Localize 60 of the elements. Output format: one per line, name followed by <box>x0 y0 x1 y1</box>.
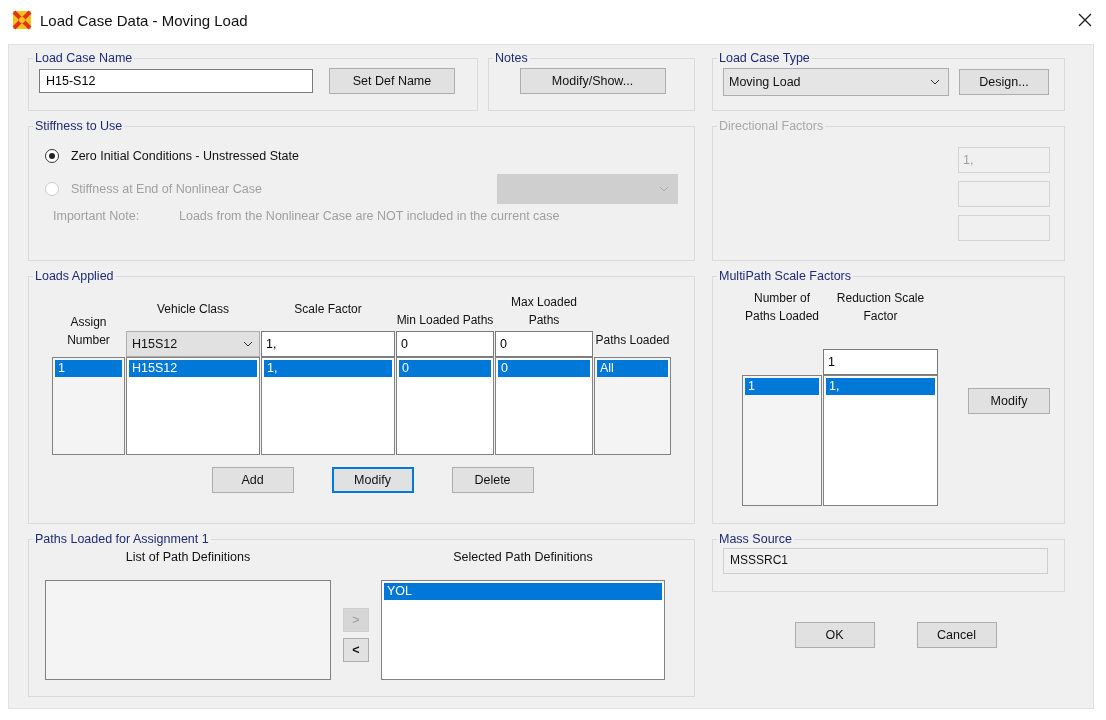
group-title: Load Case Type <box>718 51 811 65</box>
design-button[interactable]: Design... <box>959 69 1049 95</box>
column-header: Reduction Scale Factor <box>835 290 926 325</box>
app-logo-icon <box>12 10 32 30</box>
column-header: Scale Factor <box>293 301 363 318</box>
column-header: Max Loaded Paths <box>509 294 578 329</box>
mass-source-field: MSSSRC1 <box>723 548 1048 574</box>
dialog-button[interactable]: OK <box>794 622 875 648</box>
list-item[interactable]: 0 <box>399 360 491 377</box>
load-case-type-dropdown[interactable]: Moving Load <box>723 68 949 96</box>
list-item[interactable]: H15S12 <box>129 360 257 377</box>
column-header: Number of Paths Loaded <box>743 290 821 325</box>
list-item[interactable]: 1, <box>826 378 935 395</box>
chevron-down-icon <box>930 79 940 85</box>
column-header: Min Loaded Paths <box>396 312 494 329</box>
modify-show-button[interactable]: Modify/Show... <box>519 68 666 94</box>
table-input-field[interactable]: 1, <box>261 331 395 357</box>
list-title: List of Path Definitions <box>124 550 252 566</box>
table-input-field[interactable]: 0 <box>495 331 593 357</box>
remove-path-button[interactable]: < <box>343 638 369 662</box>
column-header: Vehicle Class <box>155 301 230 318</box>
table-input-field[interactable]: 0 <box>396 331 494 357</box>
radio-label: Stiffness at End of Nonlinear Case <box>71 181 262 196</box>
factor-field[interactable] <box>958 181 1050 207</box>
list-action-button[interactable]: Delete <box>451 467 534 493</box>
list-action-button[interactable]: Modify <box>331 467 414 493</box>
modify-button[interactable]: Modify <box>968 388 1050 414</box>
column-header: Paths Loaded <box>594 332 671 349</box>
close-icon[interactable] <box>1078 13 1092 27</box>
set-def-name-button[interactable]: Set Def Name <box>329 68 455 94</box>
window-title: Load Case Data - Moving Load <box>40 11 249 29</box>
group-title: Mass Source <box>718 532 793 546</box>
list-action-button[interactable]: Add <box>211 467 294 493</box>
list-item[interactable]: 0 <box>498 360 590 377</box>
group-title: Paths Loaded for Assignment 1 <box>34 532 210 546</box>
path-list[interactable] <box>45 580 331 680</box>
vehicle-class-dropdown[interactable]: H15S12 <box>126 331 260 357</box>
list-item[interactable]: 1 <box>55 360 122 377</box>
group-title: MultiPath Scale Factors <box>718 269 852 283</box>
group-title: Notes <box>494 51 529 65</box>
list-item[interactable]: YOL <box>384 583 662 600</box>
chevron-down-icon <box>243 341 253 347</box>
radio-button[interactable] <box>45 148 59 163</box>
chevron-down-icon <box>659 185 669 192</box>
list-title: Selected Path Definitions <box>452 550 594 566</box>
list-item[interactable]: 1, <box>264 360 392 377</box>
group-title: Directional Factors <box>718 119 825 133</box>
list-item[interactable]: 1 <box>745 378 819 395</box>
group-title: Load Case Name <box>34 51 134 65</box>
note-text: Loads from the Nonlinear Case are NOT included in the current case <box>179 208 561 225</box>
group-title: Loads Applied <box>34 269 115 283</box>
list-item[interactable]: All <box>597 360 668 377</box>
scale-factor-field[interactable]: 1 <box>823 349 938 375</box>
note-label: Important Note: <box>53 208 141 225</box>
load-case-name-field[interactable]: H15-S12 <box>39 69 313 93</box>
group-title: Stiffness to Use <box>34 119 124 133</box>
dialog-button[interactable]: Cancel <box>916 622 997 648</box>
factor-field[interactable] <box>958 215 1050 241</box>
column-header: Assign Number <box>66 314 111 349</box>
radio-label: Zero Initial Conditions - Unstressed State <box>71 148 299 163</box>
